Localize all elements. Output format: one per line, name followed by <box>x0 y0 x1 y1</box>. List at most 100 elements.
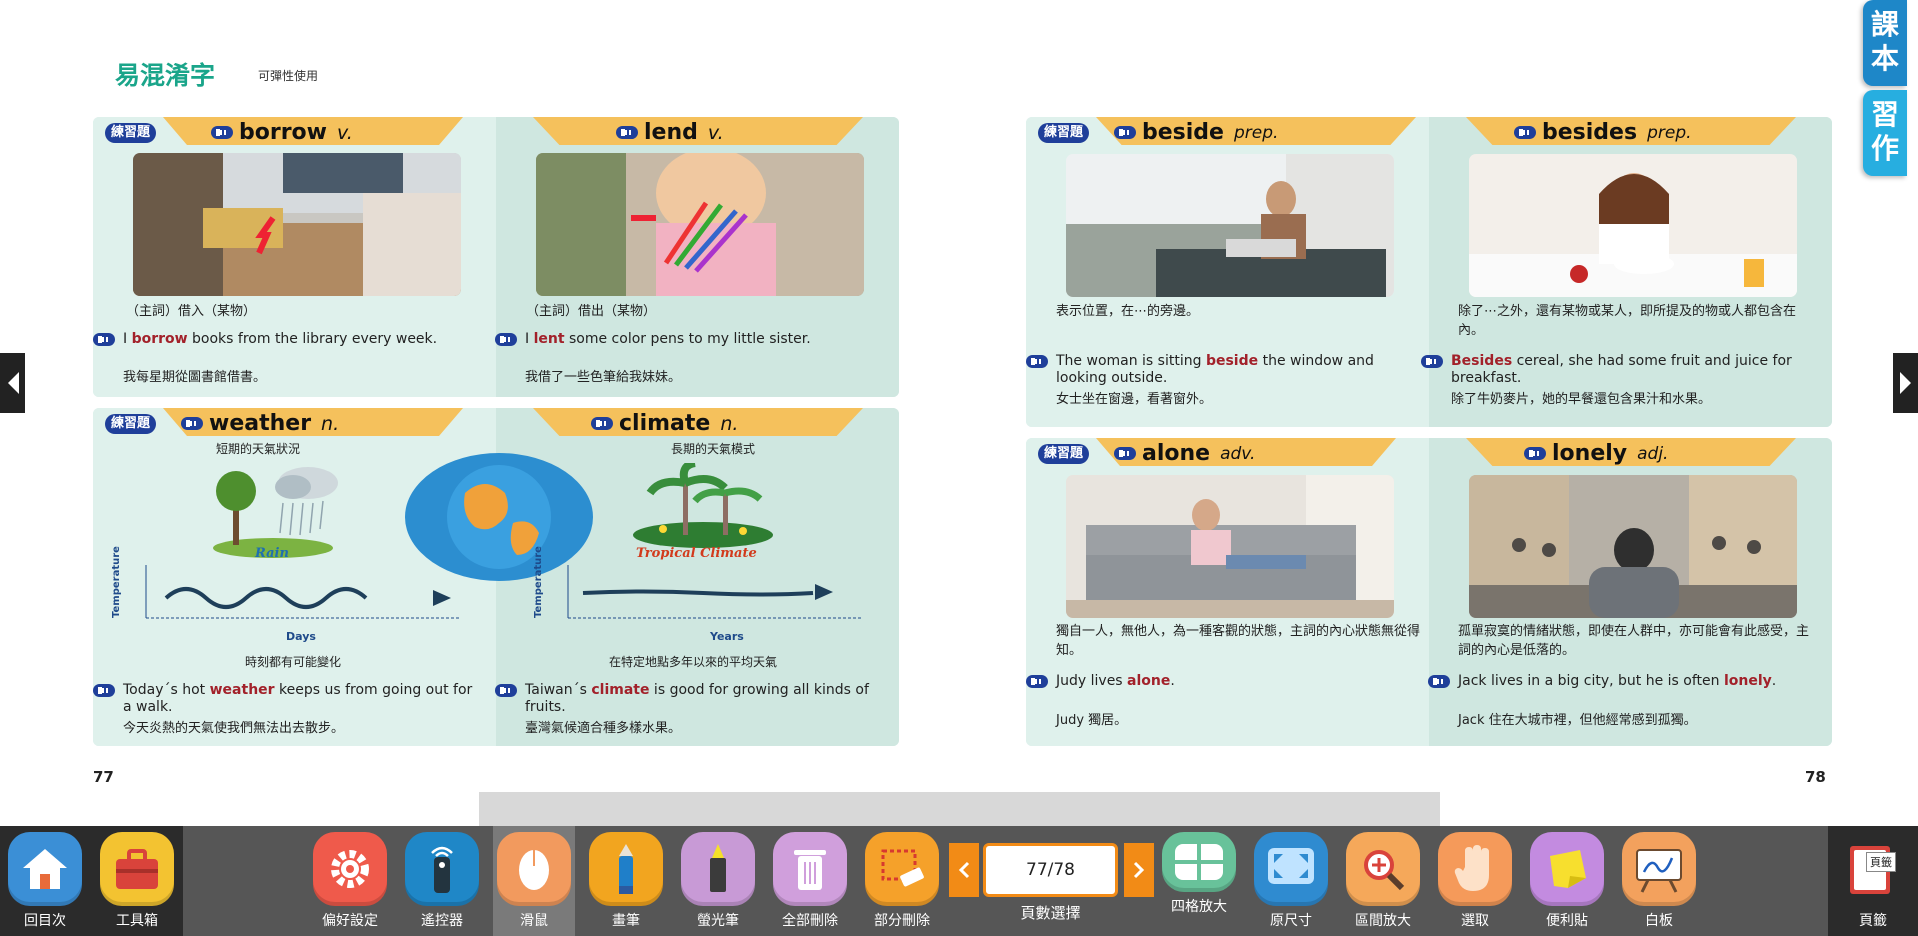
example-sentence: Jack lives in a big city, but he is ofte… <box>1428 673 1818 690</box>
example-sentence: The woman is sitting beside the window a… <box>1026 353 1421 387</box>
speaker-icon[interactable] <box>1114 447 1136 460</box>
vocab-word: lend <box>644 120 698 145</box>
delete-all-button[interactable]: 全部刪除 <box>769 826 851 936</box>
definition-cn: 孤單寂寞的情緒狀態，即使在人群中，亦可能會有此感受，主詞的內心是低落的。 <box>1458 624 1810 658</box>
speaker-icon[interactable] <box>93 684 115 697</box>
part-of-speech: n. <box>720 412 739 435</box>
vocab-word: weather <box>209 411 312 436</box>
card-beside-besides: 練習題 beside prep. besides prep. 表示位置，在⋯的旁… <box>1026 117 1832 427</box>
practice-badge[interactable]: 練習題 <box>1038 444 1090 464</box>
highlighter-button[interactable]: 螢光筆 <box>677 826 759 936</box>
globe-illustration <box>405 453 593 581</box>
speaker-icon[interactable] <box>495 684 517 697</box>
translation-cn: 女士坐在窗邊，看著窗外。 <box>1056 392 1213 407</box>
hand-icon <box>1438 832 1512 906</box>
whiteboard-icon <box>1622 832 1696 906</box>
whiteboard-button[interactable]: 白板 <box>1618 826 1700 936</box>
speaker-icon[interactable] <box>495 333 517 346</box>
chevron-left-icon <box>958 861 970 879</box>
grid-zoom-icon <box>1162 832 1236 892</box>
four-grid-zoom-button[interactable]: 四格放大 <box>1158 826 1240 936</box>
axis-label-x: Days <box>286 630 316 643</box>
definition-cn: （主詞）借入（某物） <box>126 304 257 319</box>
page-subtitle: 可彈性使用 <box>258 69 319 83</box>
speaker-icon[interactable] <box>181 417 203 430</box>
speaker-icon[interactable] <box>1514 126 1536 139</box>
tab-workbook[interactable]: 習 作 <box>1863 90 1907 176</box>
practice-badge[interactable]: 練習題 <box>1038 123 1090 143</box>
part-of-speech: prep. <box>1233 122 1279 143</box>
mouse-button[interactable]: 滑鼠 <box>493 826 575 936</box>
preferences-button[interactable]: 偏好設定 <box>309 826 391 936</box>
card-alone-lonely: 練習題 alone adv. lonely adj. 獨自一人，無他人，為一種客… <box>1026 438 1832 746</box>
rain-illustration <box>213 467 338 558</box>
part-of-speech: adj. <box>1637 443 1669 464</box>
photo-lend-pens <box>536 153 864 296</box>
part-of-speech: prep. <box>1647 122 1692 143</box>
practice-badge[interactable]: 練習題 <box>105 123 157 143</box>
translation-cn: Judy 獨居。 <box>1056 713 1128 728</box>
area-zoom-button[interactable]: 區間放大 <box>1342 826 1424 936</box>
speaker-icon[interactable] <box>211 126 233 139</box>
example-sentence: Today´s hot weather keeps us from going … <box>93 682 483 716</box>
speaker-icon[interactable] <box>1421 355 1443 368</box>
chevron-right-icon <box>1133 861 1145 879</box>
speaker-icon[interactable] <box>1524 447 1546 460</box>
page-title: 易混淆字 <box>115 61 216 90</box>
home-button[interactable]: 回目次 <box>4 826 86 936</box>
definition-cn: 短期的天氣狀況 <box>215 442 300 456</box>
sticky-note-icon <box>1530 832 1604 906</box>
toolbox-button[interactable]: 工具箱 <box>96 826 178 936</box>
speaker-icon[interactable] <box>1114 126 1136 139</box>
speaker-icon[interactable] <box>93 333 115 346</box>
delete-part-button[interactable]: 部分刪除 <box>861 826 943 936</box>
trash-icon <box>773 832 847 906</box>
practice-badge[interactable]: 練習題 <box>105 414 157 434</box>
speaker-icon[interactable] <box>591 417 613 430</box>
prev-page-arrow[interactable] <box>0 353 25 413</box>
photo-breakfast <box>1469 154 1797 297</box>
page-number-input[interactable]: 77/78 <box>983 843 1118 897</box>
next-page-arrow[interactable] <box>1893 353 1918 413</box>
tab-textbook[interactable]: 課 本 <box>1863 0 1907 86</box>
speaker-icon[interactable] <box>1026 675 1048 688</box>
definition-cn: 長期的天氣模式 <box>670 442 755 456</box>
page-next-button[interactable] <box>1124 843 1154 897</box>
mouse-icon <box>497 832 571 906</box>
page-prev-button[interactable] <box>949 843 979 897</box>
gear-icon <box>313 832 387 906</box>
vocab-word: alone <box>1142 441 1211 466</box>
part-of-speech: adv. <box>1220 443 1256 464</box>
vocab-word: climate <box>619 411 711 436</box>
climate-graph <box>567 565 863 619</box>
pen-button[interactable]: 畫筆 <box>585 826 667 936</box>
bookmark-icon: 頁籤 <box>1836 832 1910 906</box>
example-sentence: I borrow books from the library every we… <box>93 331 463 348</box>
remote-button[interactable]: 遙控器 <box>401 826 483 936</box>
speaker-icon[interactable] <box>1026 355 1048 368</box>
select-button[interactable]: 選取 <box>1434 826 1516 936</box>
weather-graph <box>145 565 461 619</box>
vocab-word: lonely <box>1552 441 1628 466</box>
chevron-right-icon <box>1899 372 1911 394</box>
translation-cn: 今天炎熱的天氣使我們無法出去散步。 <box>123 721 345 736</box>
page-select-label: 頁數選擇 <box>1020 904 1081 922</box>
translation-cn: 臺灣氣候適合種多樣水果。 <box>525 721 682 736</box>
definition-cn: 除了⋯之外，還有某物或某人，即所提及的物或人都包含在內。 <box>1458 304 1797 338</box>
bookmark-button[interactable]: 頁籤 頁籤 <box>1832 826 1914 936</box>
photo-woman-sofa <box>1066 475 1394 618</box>
speaker-icon[interactable] <box>616 126 638 139</box>
horizontal-scrollbar[interactable] <box>479 792 1440 826</box>
axis-label-x: Years <box>710 630 744 643</box>
magnifier-icon <box>1346 832 1420 906</box>
page-number-left: 77 <box>93 768 114 786</box>
toolbox-icon <box>100 832 174 906</box>
axis-label-y: Temperature <box>111 546 122 618</box>
eraser-icon <box>865 832 939 906</box>
sticky-note-button[interactable]: 便利貼 <box>1526 826 1608 936</box>
part-of-speech: v. <box>337 121 353 144</box>
speaker-icon[interactable] <box>1428 675 1450 688</box>
original-size-button[interactable]: 原尺寸 <box>1250 826 1332 936</box>
card-borrow-lend: 練習題 borrow v. lend v. （主詞）借入（某物） （主詞）借出（… <box>93 117 899 397</box>
card-weather-climate: 練習題 weather n. climate n. 短期的天氣狀況 長期的天氣模… <box>93 408 899 746</box>
